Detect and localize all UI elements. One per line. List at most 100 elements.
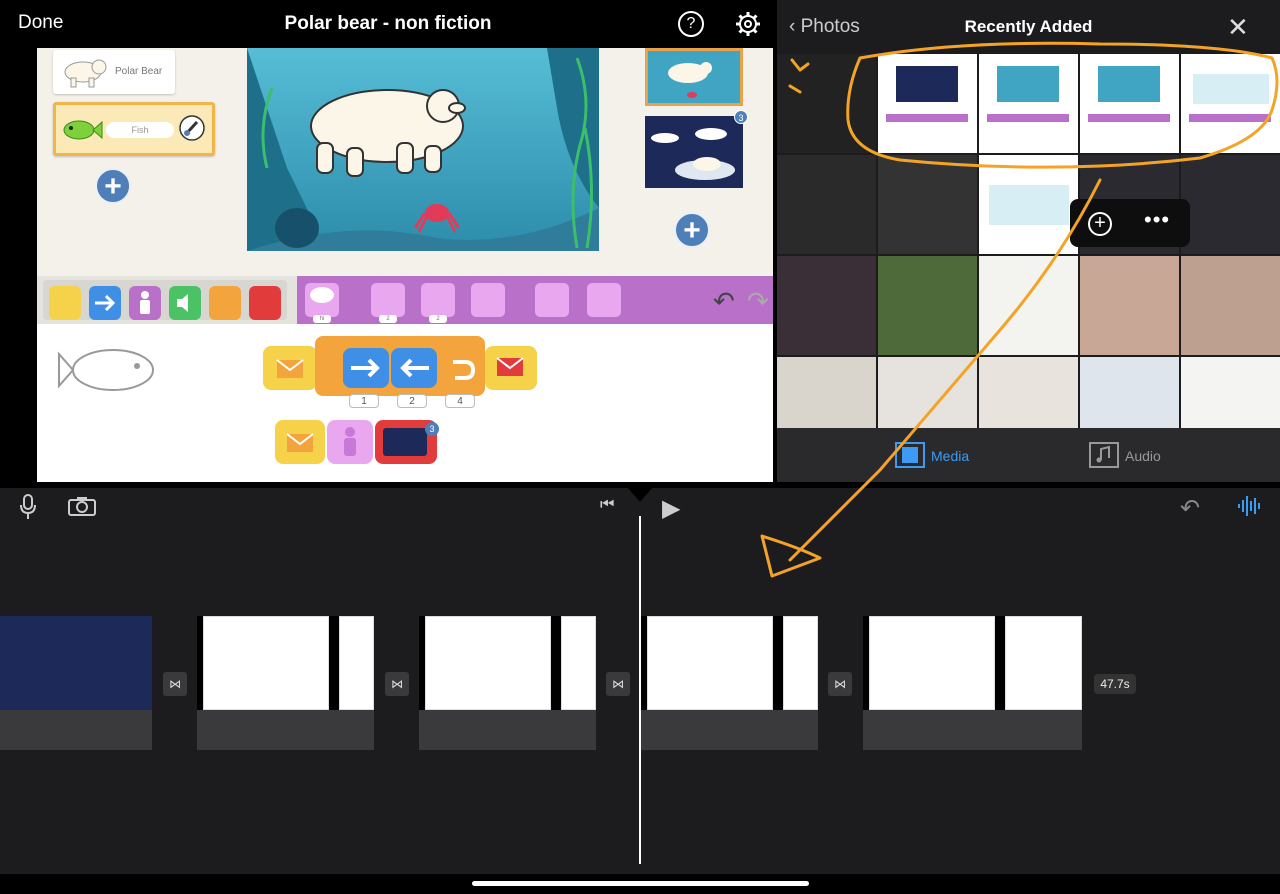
transition-icon[interactable]: ⋈	[606, 672, 630, 696]
video-preview[interactable]: Polar Bear Fish + 3 + hi 2 2 ↶ ↷ 1 2 4 3	[37, 48, 773, 482]
media-thumbnail[interactable]	[777, 54, 876, 153]
media-thumbnail[interactable]	[1080, 256, 1179, 355]
media-thumbnail[interactable]	[979, 155, 1078, 254]
category-looks[interactable]	[129, 286, 161, 320]
block-param[interactable]: 2	[397, 394, 427, 408]
close-icon[interactable]: ✕	[1227, 14, 1249, 40]
playhead[interactable]	[639, 516, 641, 864]
timeline-clip[interactable]	[641, 616, 818, 710]
undo-icon[interactable]: ↶	[713, 286, 735, 317]
media-thumbnail[interactable]	[777, 357, 876, 428]
category-end[interactable]	[249, 286, 281, 320]
hide-block[interactable]	[535, 283, 569, 317]
media-browser: ‹ Photos Recently Added ✕ + ••• Media Au…	[777, 0, 1280, 482]
media-thumbnail[interactable]	[777, 256, 876, 355]
loop-arrow-icon	[453, 360, 476, 380]
say-block[interactable]: hi	[305, 283, 339, 323]
reset-size-block[interactable]	[471, 283, 505, 317]
category-sound[interactable]	[169, 286, 201, 320]
media-thumbnail[interactable]	[979, 54, 1078, 153]
timeline-clip[interactable]	[863, 616, 1082, 710]
undo-icon[interactable]: ↶	[1180, 494, 1200, 523]
paintbrush-icon[interactable]	[179, 115, 205, 141]
character-card-polar-bear: Polar Bear	[53, 50, 175, 94]
help-icon[interactable]: ?	[678, 11, 704, 37]
block-palette: hi 2 2 ↶ ↷	[37, 276, 773, 324]
media-thumbnail[interactable]	[1181, 357, 1280, 428]
media-thumbnail[interactable]	[1181, 155, 1280, 254]
bear-page-thumbnail	[668, 62, 712, 98]
transition-icon[interactable]: ⋈	[828, 672, 852, 696]
camera-icon[interactable]	[68, 496, 96, 516]
page-thumbnail[interactable]	[645, 116, 743, 188]
transition-icon[interactable]: ⋈	[385, 672, 409, 696]
skip-to-start-icon[interactable]: ⏮	[600, 496, 614, 514]
add-to-project-icon[interactable]: +	[1088, 212, 1112, 236]
arrow-left-icon	[400, 358, 429, 378]
when-message-block[interactable]	[275, 420, 325, 464]
media-thumbnail[interactable]	[878, 155, 977, 254]
block-param: 2	[379, 315, 397, 323]
shrink-block[interactable]: 2	[421, 283, 455, 323]
gear-icon[interactable]	[735, 11, 761, 37]
go-to-page-block[interactable]: 3	[375, 420, 439, 464]
category-motion[interactable]	[89, 286, 121, 320]
project-title: Polar bear - non fiction	[284, 13, 492, 34]
add-character-button[interactable]: +	[95, 168, 131, 204]
fish-outline-icon	[58, 349, 154, 391]
transition-icon[interactable]: ⋈	[163, 672, 187, 696]
block-param[interactable]: 4	[445, 394, 475, 408]
microphone-icon[interactable]	[20, 494, 36, 520]
media-thumbnail[interactable]	[777, 155, 876, 254]
send-message-block[interactable]	[485, 346, 537, 390]
block-param: 2	[429, 315, 447, 323]
media-thumbnail[interactable]	[878, 54, 977, 153]
move-left-block[interactable]	[391, 348, 437, 388]
tab-audio[interactable]: Audio	[1089, 442, 1161, 471]
media-thumbnail[interactable]	[979, 256, 1078, 355]
media-thumbnail[interactable]	[878, 357, 977, 428]
page-thumbnail[interactable]	[645, 48, 743, 106]
media-thumbnail[interactable]	[1181, 256, 1280, 355]
timeline-panel: ⏮ ▶ ↶ ⋈ ⋈ ⋈ ⋈ 47.7s	[0, 488, 1280, 874]
category-control[interactable]	[209, 286, 241, 320]
page-badge: 3	[425, 422, 439, 436]
media-thumbnail[interactable]	[979, 357, 1078, 428]
looks-blocks: hi 2 2	[297, 276, 773, 324]
home-indicator[interactable]	[472, 881, 809, 886]
waveform-icon[interactable]	[1237, 494, 1263, 518]
play-button[interactable]: ▶	[662, 494, 680, 523]
media-thumbnail[interactable]	[1080, 357, 1179, 428]
clip-audio-track	[863, 710, 1082, 750]
arrow-right-icon	[351, 358, 380, 378]
fish-icon	[63, 120, 103, 140]
grow-block[interactable]: 2	[371, 283, 405, 323]
move-right-block[interactable]	[343, 348, 389, 388]
clip-audio-track	[641, 710, 818, 750]
media-thumbnail[interactable]	[1181, 54, 1280, 153]
more-options-icon[interactable]: •••	[1144, 207, 1170, 233]
clip-audio-track	[0, 710, 152, 750]
block-categories	[43, 280, 287, 320]
media-thumbnail[interactable]	[1080, 54, 1179, 153]
show-block[interactable]	[587, 283, 621, 317]
project-toolbar: Done Polar bear - non fiction ?	[0, 0, 776, 48]
tab-label: Media	[931, 448, 970, 464]
arctic-page-thumbnail	[651, 128, 735, 180]
repeat-arrow-block[interactable]	[441, 348, 481, 388]
add-page-button[interactable]: +	[674, 212, 710, 248]
block-param[interactable]: 1	[349, 394, 379, 408]
envelope-open-icon	[276, 359, 304, 378]
timeline-clip[interactable]	[0, 616, 152, 710]
category-triggers[interactable]	[49, 286, 81, 320]
stage-area: Polar Bear Fish + 3 +	[37, 48, 773, 276]
when-message-block[interactable]	[263, 346, 317, 390]
timeline-clip[interactable]	[197, 616, 374, 710]
script-area: 1 2 4 3	[37, 324, 773, 482]
media-thumbnail[interactable]	[878, 256, 977, 355]
tab-media[interactable]: Media	[895, 442, 969, 471]
timeline-clip[interactable]	[419, 616, 596, 710]
page-badge: 3	[734, 110, 748, 124]
redo-icon[interactable]: ↷	[747, 286, 769, 317]
show-block[interactable]	[327, 420, 373, 464]
